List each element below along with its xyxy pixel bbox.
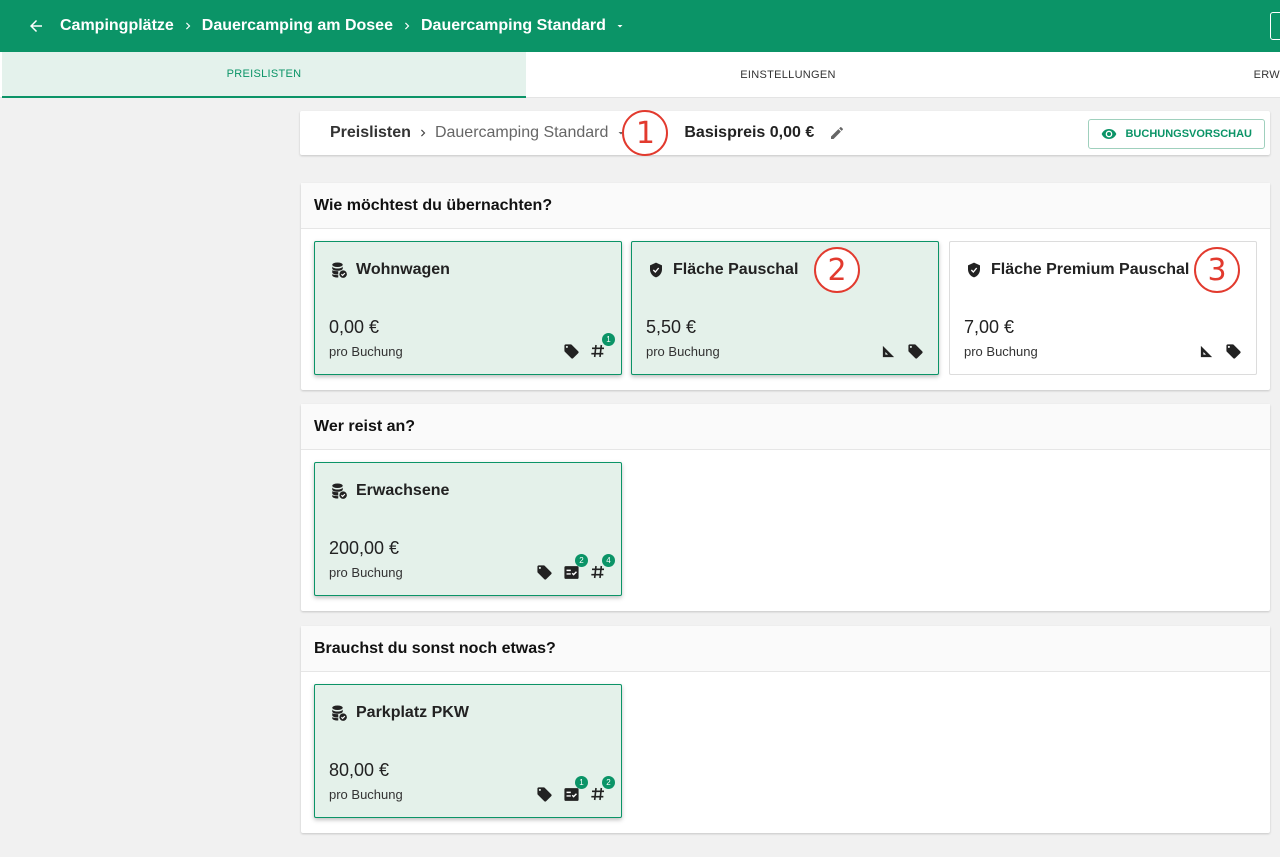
section-travellers: Wer reist an? Erwachsene 200,00 € pro Bu… xyxy=(301,404,1270,611)
card-title: Fläche Pauschal xyxy=(673,261,799,278)
coins-check-icon xyxy=(329,260,349,280)
tag-icon[interactable] xyxy=(535,785,553,803)
count-badge: 1 xyxy=(575,776,588,789)
booking-preview-label: BUCHUNGSVORSCHAU xyxy=(1125,128,1252,140)
section-title: Brauchst du sonst noch etwas? xyxy=(301,626,1270,672)
card-price: 200,00 € xyxy=(329,538,400,558)
annotation-marker: 2 xyxy=(814,247,860,293)
pencil-icon[interactable] xyxy=(828,124,846,142)
booking-preview-button[interactable]: BUCHUNGSVORSCHAU xyxy=(1088,119,1265,149)
count-badge: 2 xyxy=(602,776,615,789)
card-title: Erwachsene xyxy=(356,482,450,499)
section-extras: Brauchst du sonst noch etwas? Parkplatz … xyxy=(301,626,1270,833)
eye-icon xyxy=(1101,126,1117,142)
breadcrumb-campground[interactable]: Dauercamping am Dosee xyxy=(202,17,393,35)
tab-einstellungen[interactable]: EINSTELLUNGEN xyxy=(526,52,1050,98)
chevron-right-icon xyxy=(413,125,433,141)
card-price: 80,00 € xyxy=(329,760,390,780)
card-title: Parkplatz PKW xyxy=(356,704,469,721)
card-price: 0,00 € xyxy=(329,317,380,337)
card-price: 5,50 € xyxy=(646,317,697,337)
annotation-marker: 1 xyxy=(622,110,669,156)
card-unit: pro Buchung xyxy=(329,344,403,359)
shield-icon xyxy=(646,260,666,280)
price-card-erwachsene[interactable]: Erwachsene 200,00 € pro Buchung 2 4 xyxy=(314,462,622,596)
breadcrumb-preislisten[interactable]: Preislisten xyxy=(330,124,411,142)
breadcrumb-current-pricelist[interactable]: Dauercamping Standard xyxy=(435,124,608,142)
card-unit: pro Buchung xyxy=(964,344,1038,359)
breadcrumb-pricelist[interactable]: Dauercamping Standard xyxy=(421,17,606,35)
price-card-parkplatz-pkw[interactable]: Parkplatz PKW 80,00 € pro Buchung 1 2 xyxy=(314,684,622,818)
tag-icon[interactable] xyxy=(535,563,553,581)
count-badge: 2 xyxy=(575,554,588,567)
card-title: Wohnwagen xyxy=(356,261,450,278)
section-title: Wie möchtest du übernachten? xyxy=(301,183,1270,229)
annotation-marker: 3 xyxy=(1194,247,1240,293)
shield-icon xyxy=(964,260,984,280)
tab-bar: PREISLISTEN EINSTELLUNGEN ERW xyxy=(0,52,1280,98)
checklist-icon[interactable]: 2 xyxy=(562,554,588,581)
tag-icon[interactable] xyxy=(562,342,580,360)
tag-icon[interactable] xyxy=(906,342,924,360)
tag-icon[interactable] xyxy=(1224,342,1242,360)
coins-check-icon xyxy=(329,481,349,501)
card-unit: pro Buchung xyxy=(646,344,720,359)
back-arrow-icon[interactable] xyxy=(26,16,46,36)
set-square-icon[interactable] xyxy=(1197,342,1215,360)
chevron-right-icon xyxy=(396,16,418,36)
price-card-flaeche-pauschal[interactable]: Fläche Pauschal 2 5,50 € pro Buchung xyxy=(631,241,939,375)
card-unit: pro Buchung xyxy=(329,565,403,580)
section-title: Wer reist an? xyxy=(301,404,1270,450)
hash-icon[interactable]: 4 xyxy=(589,554,615,581)
tab-erw[interactable]: ERW xyxy=(1050,52,1280,98)
topbar-action-button[interactable] xyxy=(1270,12,1280,40)
price-card-flaeche-premium-pauschal[interactable]: Fläche Premium Pauschal 3 7,00 € pro Buc… xyxy=(949,241,1257,375)
set-square-icon[interactable] xyxy=(879,342,897,360)
count-badge: 4 xyxy=(602,554,615,567)
count-badge: 1 xyxy=(602,333,615,346)
card-unit: pro Buchung xyxy=(329,787,403,802)
breadcrumb-campingplaetze[interactable]: Campingplätze xyxy=(60,17,174,35)
base-price: Basispreis 0,00 € xyxy=(684,124,815,141)
price-card-wohnwagen[interactable]: Wohnwagen 0,00 € pro Buchung 1 xyxy=(314,241,622,375)
pricelist-header: Preislisten Dauercamping Standard 1 Basi… xyxy=(300,110,1270,156)
card-price: 7,00 € xyxy=(964,317,1015,337)
coins-check-icon xyxy=(329,703,349,723)
top-app-bar: Campingplätze Dauercamping am Dosee Daue… xyxy=(0,0,1280,52)
hash-icon[interactable]: 2 xyxy=(589,776,615,803)
section-accommodation: Wie möchtest du übernachten? Wohnwagen 0… xyxy=(301,183,1270,390)
chevron-right-icon xyxy=(177,16,199,36)
tab-preislisten[interactable]: PREISLISTEN xyxy=(2,52,526,98)
hash-icon[interactable]: 1 xyxy=(589,333,615,360)
card-title: Fläche Premium Pauschal xyxy=(991,261,1190,278)
checklist-icon[interactable]: 1 xyxy=(562,776,588,803)
caret-down-icon[interactable] xyxy=(612,18,628,34)
